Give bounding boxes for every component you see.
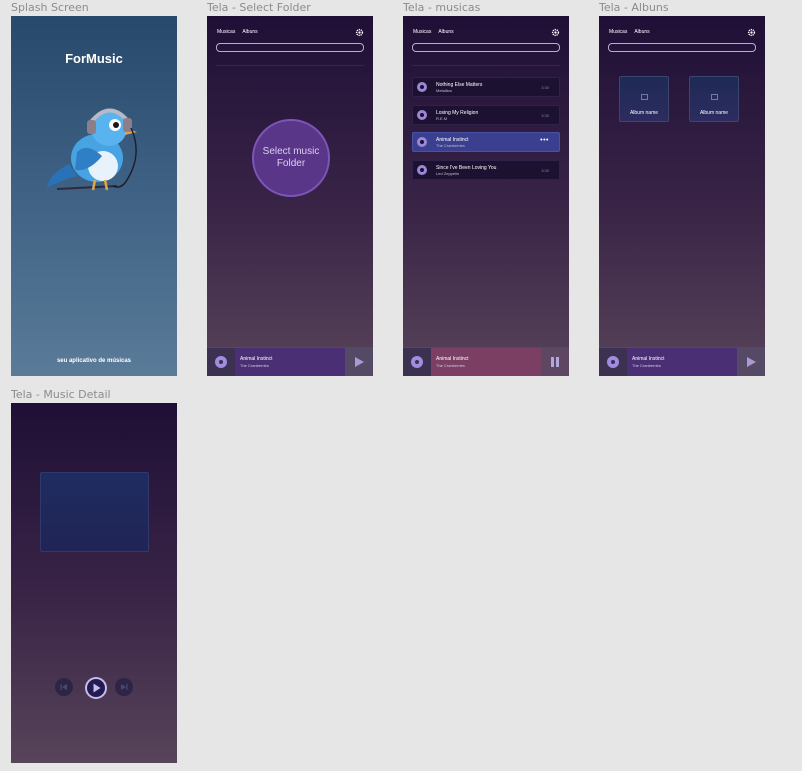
album-cover — [40, 472, 149, 552]
album-card[interactable]: Album name — [689, 76, 739, 122]
disc-icon — [411, 356, 423, 368]
play-icon — [747, 357, 756, 367]
image-placeholder-icon — [711, 94, 718, 100]
track-duration: 3:30 — [541, 168, 549, 173]
track-duration: 3:30 — [541, 113, 549, 118]
divider — [216, 65, 364, 66]
albuns-screen: Musicas Albuns Album name Album name Anim… — [599, 16, 765, 376]
track-artist: R.E.M — [436, 116, 448, 121]
album-name: Album name — [629, 110, 659, 116]
track-duration: 3:30 — [541, 85, 549, 90]
frame-label-splash: Splash Screen — [11, 1, 89, 14]
play-button[interactable] — [85, 677, 107, 699]
tab-albuns[interactable]: Albuns — [438, 29, 453, 35]
previous-button[interactable] — [55, 678, 73, 696]
tab-musicas[interactable]: Musicas — [217, 29, 235, 35]
musicas-screen: Musicas Albuns Nothing Else Matters Metal… — [403, 16, 569, 376]
pause-icon — [551, 357, 559, 367]
track-row[interactable]: Nothing Else Matters Metallica 3:30 — [412, 77, 560, 97]
tab-albuns[interactable]: Albuns — [242, 29, 257, 35]
track-row-active[interactable]: Animal Instinct The Cranberries ••• — [412, 132, 560, 152]
play-icon — [87, 679, 105, 697]
disc-icon — [417, 165, 427, 175]
search-input[interactable] — [608, 43, 756, 52]
track-artist: The Cranberries — [436, 143, 465, 148]
gear-icon[interactable] — [355, 28, 364, 37]
nav-tabs: Musicas Albuns — [413, 29, 461, 35]
player-track-artist: The Cranberries — [240, 363, 269, 368]
frame-label-musicas: Tela - musicas — [403, 1, 481, 14]
player-track-title: Animal Instinct — [436, 356, 469, 362]
disc-icon — [607, 356, 619, 368]
skip-forward-icon — [121, 684, 128, 690]
splash-screen: ForMusic seu aplicativo de músicas — [11, 16, 177, 376]
player-thumbnail — [207, 348, 235, 376]
tab-musicas[interactable]: Musicas — [413, 29, 431, 35]
disc-icon — [417, 110, 427, 120]
track-artist: Led Zeppelin — [436, 171, 460, 176]
album-name: Album name — [699, 110, 729, 116]
play-icon — [355, 357, 364, 367]
disc-icon — [215, 356, 227, 368]
play-button[interactable] — [737, 348, 765, 376]
player-track-title: Animal Instinct — [632, 356, 665, 362]
mini-player[interactable]: Animal Instinct The Cranberries — [207, 347, 373, 376]
album-card[interactable]: Album name — [619, 76, 669, 122]
play-button[interactable] — [345, 348, 373, 376]
image-placeholder-icon — [641, 94, 648, 100]
app-name: ForMusic — [65, 51, 123, 66]
player-thumbnail — [599, 348, 627, 376]
gear-icon[interactable] — [747, 28, 756, 37]
more-options-icon[interactable]: ••• — [540, 137, 549, 144]
player-track-artist: The Cranberries — [632, 363, 661, 368]
bird-with-headphones-icon — [47, 108, 137, 191]
select-folder-screen: Musicas Albuns Select music Folder Animal… — [207, 16, 373, 376]
frame-label-select-folder: Tela - Select Folder — [207, 1, 311, 14]
gear-icon[interactable] — [551, 28, 560, 37]
tab-musicas[interactable]: Musicas — [609, 29, 627, 35]
frame-label-detail: Tela - Music Detail — [11, 388, 111, 401]
track-row[interactable]: Losing My Religion R.E.M 3:30 — [412, 105, 560, 125]
tab-albuns[interactable]: Albuns — [634, 29, 649, 35]
disc-icon — [417, 137, 427, 147]
player-track-title: Animal Instinct — [240, 356, 273, 362]
search-input[interactable] — [216, 43, 364, 52]
track-artist: Metallica — [436, 88, 452, 93]
search-input[interactable] — [412, 43, 560, 52]
mini-player[interactable]: Animal Instinct The Cranberries — [403, 347, 569, 376]
player-thumbnail — [403, 348, 431, 376]
next-button[interactable] — [115, 678, 133, 696]
nav-tabs: Musicas Albuns — [609, 29, 657, 35]
disc-icon — [417, 82, 427, 92]
select-music-folder-button[interactable]: Select music Folder — [252, 119, 330, 197]
frame-label-albuns: Tela - Albuns — [599, 1, 669, 14]
pause-button[interactable] — [541, 348, 569, 376]
player-track-artist: The Cranberries — [436, 363, 465, 368]
divider — [412, 65, 560, 66]
app-tagline: seu aplicativo de músicas — [56, 358, 132, 364]
music-detail-screen — [11, 403, 177, 763]
track-row[interactable]: Since I've Been Loving You Led Zeppelin … — [412, 160, 560, 180]
mini-player[interactable]: Animal Instinct The Cranberries — [599, 347, 765, 376]
nav-tabs: Musicas Albuns — [217, 29, 265, 35]
skip-back-icon — [60, 684, 67, 690]
